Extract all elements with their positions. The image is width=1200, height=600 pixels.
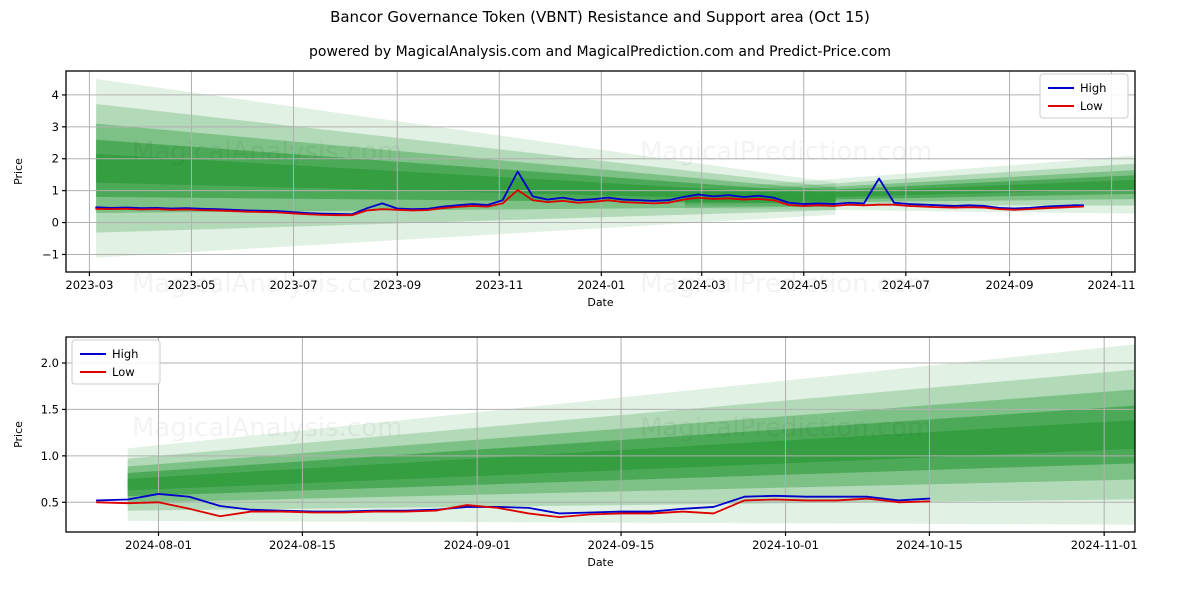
watermark-text: MagicalAnalysis.com [132, 137, 402, 167]
legend[interactable]: High Low [71, 339, 161, 385]
x-tick-label: 2024-05 [780, 278, 828, 292]
y-tick-label: 2.0 [41, 356, 59, 370]
x-tick-label: 2024-09-15 [588, 538, 655, 552]
y-tick-label: 1 [52, 184, 59, 198]
y-tick-label: 1.5 [41, 402, 59, 416]
legend-label-high: High [1080, 81, 1106, 95]
legend-label-low: Low [112, 365, 135, 379]
chart-top-panel: MagicalAnalysis.com MagicalPrediction.com… [0, 60, 1200, 320]
x-tick-label: 2023-05 [167, 278, 215, 292]
y-tick-label: 2 [52, 152, 59, 166]
chart-bottom-panel: MagicalAnalysis.com MagicalPrediction.com… [0, 326, 1200, 590]
x-tick-label: 2023-09 [373, 278, 421, 292]
x-tick-label: 2023-07 [269, 278, 317, 292]
x-tick-label: 2023-03 [65, 278, 113, 292]
legend-label-low: Low [1080, 99, 1103, 113]
watermark-text: MagicalPrediction.com [640, 413, 933, 443]
y-tick-label: 0 [52, 216, 59, 230]
y-axis: −1 0 1 2 3 4 [42, 88, 66, 261]
x-tick-label: 2024-09 [985, 278, 1033, 292]
y-axis-label: Price [12, 421, 25, 448]
page-title: Bancor Governance Token (VBNT) Resistanc… [330, 8, 870, 26]
x-tick-label: 2024-09-01 [444, 538, 511, 552]
y-tick-label: 1.0 [41, 449, 59, 463]
x-axis-label: Date [587, 556, 614, 569]
x-axis-label: Date [587, 296, 614, 309]
legend-label-high: High [112, 347, 138, 361]
x-tick-label: 2024-07 [882, 278, 930, 292]
x-tick-label: 2024-10-15 [896, 538, 963, 552]
y-axis: 0.5 1.0 1.5 2.0 [41, 356, 66, 509]
x-tick-label: 2024-08-15 [269, 538, 336, 552]
y-tick-label: 0.5 [41, 495, 59, 509]
x-tick-label: 2024-11 [1088, 278, 1136, 292]
x-tick-label: 2024-10-01 [752, 538, 819, 552]
y-tick-label: 3 [52, 120, 59, 134]
x-tick-label: 2024-03 [678, 278, 726, 292]
x-tick-label: 2023-11 [475, 278, 523, 292]
watermark-text: MagicalAnalysis.com [132, 413, 402, 443]
page-subtitle: powered by MagicalAnalysis.com and Magic… [309, 44, 891, 60]
y-axis-label: Price [12, 158, 25, 185]
x-axis: 2024-08-01 2024-08-15 2024-09-01 2024-09-15… [125, 532, 1138, 552]
x-tick-label: 2024-08-01 [125, 538, 192, 552]
chart-bottom-svg: MagicalAnalysis.com MagicalPrediction.com… [12, 336, 1138, 569]
chart-top-svg: MagicalAnalysis.com MagicalPrediction.com… [12, 70, 1136, 309]
legend[interactable]: High Low [1039, 73, 1129, 119]
y-tick-label: 4 [52, 88, 59, 102]
y-tick-label: −1 [42, 247, 59, 261]
x-tick-label: 2024-11-01 [1071, 538, 1138, 552]
x-tick-label: 2024-01 [577, 278, 625, 292]
watermark-text: MagicalPrediction.com [640, 137, 933, 167]
